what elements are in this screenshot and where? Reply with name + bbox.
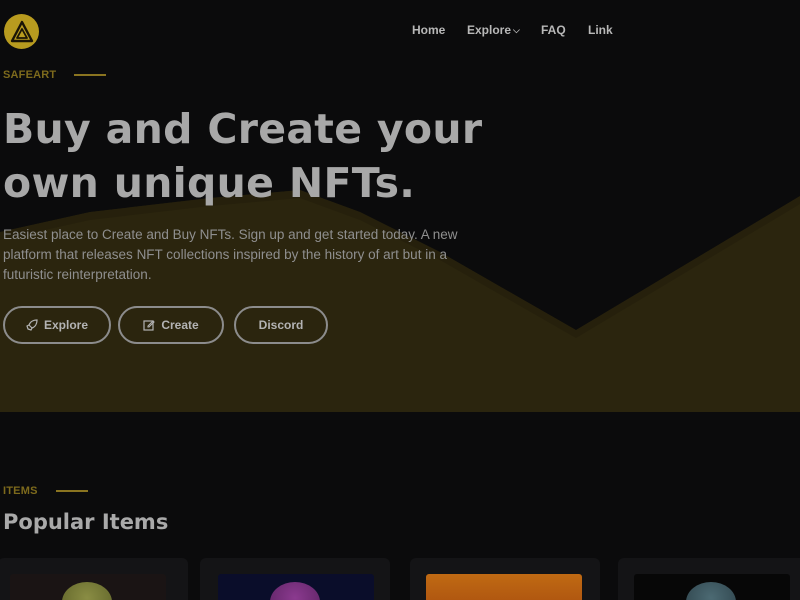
eyebrow-rule: [74, 74, 107, 76]
discord-button[interactable]: Discord: [234, 306, 328, 344]
nft-artwork: [270, 582, 320, 600]
item-card[interactable]: [0, 558, 188, 600]
nav-explore[interactable]: Explore ⌵: [467, 23, 520, 37]
nav-explore-label: Explore: [467, 23, 512, 37]
hero-title-line1: Buy and Create your: [3, 105, 483, 153]
hero-title: Buy and Create your own unique NFTs.: [3, 102, 523, 210]
item-image[interactable]: [426, 574, 582, 600]
hero-title-line2: own unique NFTs.: [3, 159, 416, 207]
chevron-down-icon: ⌵: [513, 25, 520, 35]
rocket-icon: [26, 319, 38, 331]
explore-button-label: Explore: [43, 318, 88, 332]
item-card[interactable]: [410, 558, 600, 600]
nav-faq[interactable]: FAQ: [541, 23, 566, 37]
create-button-label: Create: [161, 318, 199, 332]
nav-home[interactable]: Home: [412, 23, 445, 37]
nft-artwork: [62, 582, 112, 600]
item-card[interactable]: [618, 558, 800, 600]
popular-items-title: Popular Items: [3, 510, 169, 534]
item-card[interactable]: [200, 558, 390, 600]
create-button[interactable]: Create: [118, 306, 224, 344]
items-eyebrow-text: ITEMS: [3, 485, 38, 497]
site-header: Home Explore ⌵ FAQ Link: [0, 0, 800, 62]
discord-button-label: Discord: [258, 318, 304, 332]
nav-link[interactable]: Link: [588, 23, 613, 37]
item-image[interactable]: [10, 574, 166, 600]
item-image[interactable]: [634, 574, 790, 600]
item-image[interactable]: [218, 574, 374, 600]
eyebrow-rule: [55, 490, 88, 492]
explore-button[interactable]: Explore: [3, 306, 111, 344]
hero-description: Easiest place to Create and Buy NFTs. Si…: [3, 227, 458, 282]
items-eyebrow: ITEMS: [3, 485, 88, 497]
nft-artwork: [686, 582, 736, 600]
edit-icon: [143, 319, 156, 331]
hero-eyebrow: SAFEART: [3, 69, 107, 81]
hero-eyebrow-text: SAFEART: [3, 69, 57, 81]
main-nav: Home Explore ⌵ FAQ Link: [0, 23, 800, 41]
